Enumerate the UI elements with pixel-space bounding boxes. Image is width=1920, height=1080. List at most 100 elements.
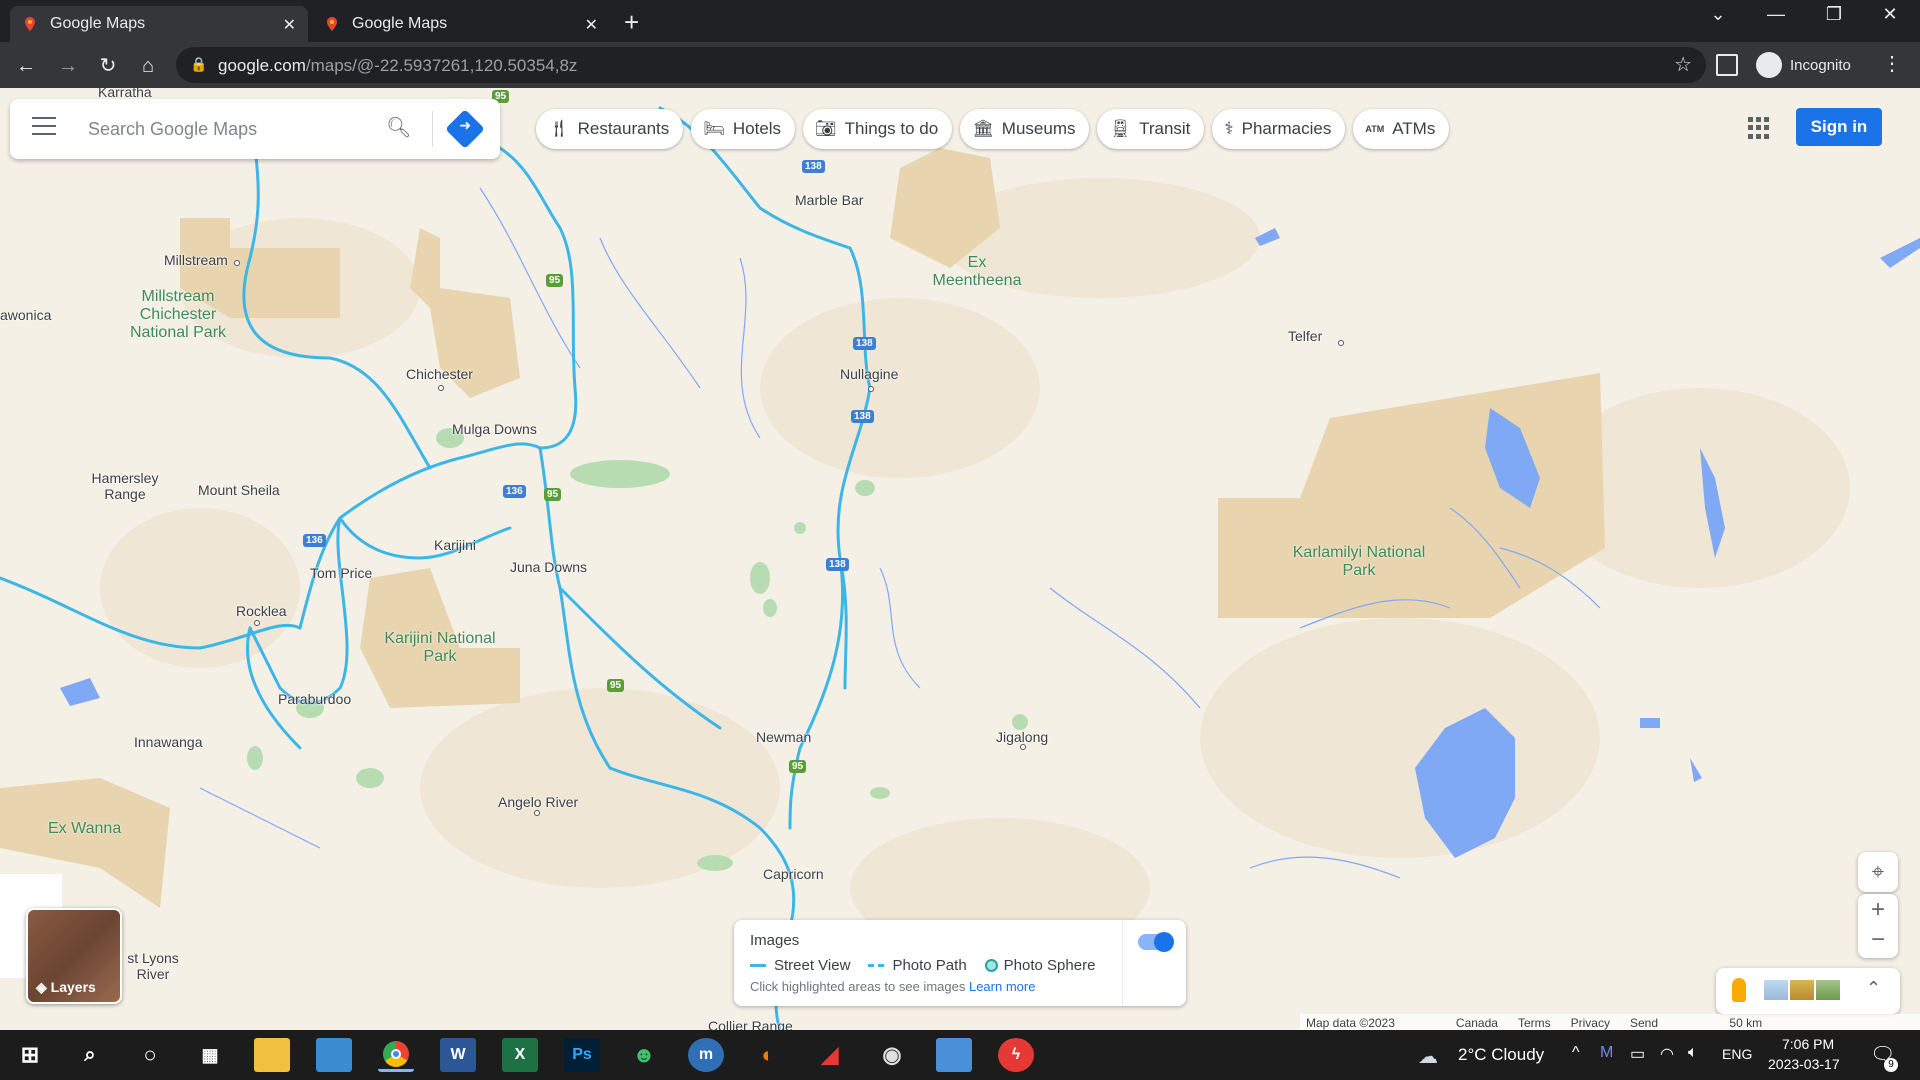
menu-hamburger-icon[interactable] bbox=[32, 117, 56, 141]
footer-link-terms[interactable]: Terms bbox=[1518, 1016, 1551, 1030]
place-label[interactable]: Capricorn bbox=[763, 866, 824, 882]
thumb-desert-icon[interactable] bbox=[1790, 980, 1814, 1000]
minimize-button[interactable]: — bbox=[1756, 4, 1796, 25]
language-indicator[interactable]: ENG bbox=[1722, 1046, 1752, 1062]
clock-time[interactable]: 7:06 PM bbox=[1782, 1036, 1834, 1052]
thumb-field-icon[interactable] bbox=[1816, 980, 1840, 1000]
app-media-icon[interactable]: ◉ bbox=[874, 1038, 910, 1072]
tray-chevron-icon[interactable]: ^ bbox=[1572, 1044, 1580, 1062]
place-label[interactable]: Innawanga bbox=[134, 734, 203, 750]
thumb-sky-icon[interactable] bbox=[1764, 980, 1788, 1000]
footer-link-send-feedback[interactable]: Send feedback bbox=[1630, 1016, 1709, 1030]
park-label[interactable]: Ex Meentheena bbox=[922, 254, 1032, 290]
place-label[interactable]: Nullagine bbox=[840, 366, 898, 382]
directions-icon[interactable] bbox=[445, 109, 485, 149]
close-window-button[interactable]: ✕ bbox=[1870, 4, 1910, 25]
place-label[interactable]: Hamersley Range bbox=[88, 470, 162, 502]
google-apps-icon[interactable] bbox=[1748, 117, 1770, 139]
place-label[interactable]: Paraburdoo bbox=[278, 691, 351, 707]
chip-restaurants[interactable]: 🍴︎ Restaurants bbox=[536, 109, 684, 149]
weather-text[interactable]: 2°C Cloudy bbox=[1458, 1045, 1544, 1065]
chip-atms[interactable]: ATM ATMs bbox=[1353, 109, 1450, 149]
app-red-icon[interactable]: ◢ bbox=[812, 1038, 848, 1072]
place-label[interactable]: Collier Range bbox=[708, 1018, 793, 1030]
place-label[interactable]: Millstream bbox=[164, 252, 228, 268]
cortana-icon[interactable]: ○ bbox=[132, 1038, 168, 1072]
place-label[interactable]: Angelo River bbox=[498, 794, 578, 810]
place-label[interactable]: Mount Sheila bbox=[198, 482, 280, 498]
zoom-in-button[interactable]: + bbox=[1858, 894, 1898, 926]
place-label[interactable]: Rocklea bbox=[236, 603, 287, 619]
app-mu-icon[interactable]: m bbox=[688, 1038, 724, 1072]
place-label[interactable]: Mulga Downs bbox=[452, 421, 537, 437]
park-label[interactable]: Karlamilyi National Park bbox=[1292, 544, 1426, 580]
app-flash-icon[interactable]: ϟ bbox=[998, 1038, 1034, 1072]
park-label[interactable]: Ex Wanna bbox=[48, 820, 121, 838]
my-location-button[interactable]: ⌖ bbox=[1858, 852, 1898, 892]
new-tab-button[interactable]: + bbox=[624, 7, 639, 38]
reload-button[interactable]: ↻ bbox=[94, 52, 122, 80]
chip-transit[interactable]: 🚆︎ Transit bbox=[1097, 109, 1205, 149]
park-label[interactable]: Millstream Chichester National Park bbox=[118, 288, 238, 342]
tab-google-maps-2[interactable]: Google Maps ✕ bbox=[312, 6, 610, 42]
zoom-out-button[interactable]: − bbox=[1858, 926, 1898, 958]
wifi-icon[interactable]: ◠ bbox=[1660, 1044, 1674, 1064]
app-android-icon[interactable]: ☻ bbox=[626, 1038, 662, 1072]
place-label[interactable]: Juna Downs bbox=[510, 559, 587, 575]
close-tab-icon[interactable]: ✕ bbox=[283, 15, 296, 35]
park-label[interactable]: Karijini National Park bbox=[378, 630, 502, 666]
home-icon[interactable]: ⌂ bbox=[134, 52, 162, 80]
place-label[interactable]: Tom Price bbox=[310, 565, 372, 581]
photoshop-icon[interactable]: Ps bbox=[564, 1038, 600, 1072]
layers-button[interactable]: ◈ Layers bbox=[26, 908, 122, 1004]
address-bar[interactable]: 🔒 google.com/maps/@-22.5937261,120.50354… bbox=[176, 47, 1706, 83]
clock-date[interactable]: 2023-03-17 bbox=[1768, 1056, 1840, 1072]
search-icon[interactable]: 🔍︎ bbox=[386, 115, 411, 140]
place-label[interactable]: Newman bbox=[756, 729, 811, 745]
volume-icon[interactable]: 🔈︎ bbox=[1688, 1044, 1698, 1062]
tab-search-chevron-icon[interactable]: ⌄ bbox=[1698, 4, 1738, 25]
footer-link-privacy[interactable]: Privacy bbox=[1571, 1016, 1610, 1030]
place-label[interactable]: Marble Bar bbox=[795, 192, 863, 208]
file-explorer-icon[interactable] bbox=[254, 1038, 290, 1072]
chrome-icon[interactable] bbox=[378, 1038, 414, 1072]
images-toggle[interactable] bbox=[1138, 932, 1174, 952]
task-view-icon[interactable]: ▦ bbox=[192, 1038, 228, 1072]
place-label[interactable]: Telfer bbox=[1288, 328, 1322, 344]
place-label[interactable]: st Lyons River bbox=[118, 950, 188, 982]
chip-museums[interactable]: 🏛︎ Museums bbox=[960, 109, 1090, 149]
map-canvas[interactable]: 95 95 95 95 95 136 136 138 138 138 138 K… bbox=[0, 88, 1920, 1030]
incognito-profile-button[interactable]: Incognito bbox=[1756, 50, 1851, 80]
word-icon[interactable]: W bbox=[440, 1038, 476, 1072]
browser-menu-icon[interactable]: ⋮ bbox=[1882, 51, 1902, 76]
place-label[interactable]: Jigalong bbox=[996, 729, 1048, 745]
tray-app-icon[interactable]: M bbox=[1600, 1044, 1613, 1062]
chip-things-to-do[interactable]: 📷︎ Things to do bbox=[803, 109, 953, 149]
windows-start-icon[interactable]: ⊞ bbox=[12, 1038, 48, 1072]
learn-more-link[interactable]: Learn more bbox=[969, 979, 1035, 994]
close-tab-icon[interactable]: ✕ bbox=[585, 15, 598, 35]
sign-in-button[interactable]: Sign in bbox=[1796, 108, 1882, 146]
expand-up-icon[interactable]: ⌃ bbox=[1866, 978, 1881, 999]
pegman-icon[interactable] bbox=[1732, 978, 1746, 1002]
bookmark-star-icon[interactable]: ☆ bbox=[1674, 52, 1692, 77]
scale-bar[interactable]: 50 km bbox=[1729, 1016, 1914, 1030]
tab-google-maps-1[interactable]: Google Maps ✕ bbox=[10, 6, 308, 42]
footer-link-canada[interactable]: Canada bbox=[1456, 1016, 1498, 1030]
restore-button[interactable]: ❐ bbox=[1814, 4, 1854, 25]
chip-hotels[interactable]: 🛏︎ Hotels bbox=[691, 109, 796, 149]
photos-icon[interactable] bbox=[936, 1038, 972, 1072]
search-icon[interactable]: ⌕ bbox=[72, 1038, 108, 1072]
back-button[interactable]: ← bbox=[12, 52, 40, 80]
chip-pharmacies[interactable]: ⚕ Pharmacies bbox=[1212, 109, 1346, 149]
control-panel-icon[interactable] bbox=[316, 1038, 352, 1072]
place-label[interactable]: Chichester bbox=[406, 366, 473, 382]
place-label[interactable]: awonica bbox=[0, 307, 51, 323]
battery-icon[interactable]: ▭ bbox=[1630, 1044, 1645, 1064]
forward-button[interactable]: → bbox=[54, 52, 82, 80]
excel-icon[interactable]: X bbox=[502, 1038, 538, 1072]
app-rainbow-icon[interactable]: ◐ bbox=[750, 1038, 786, 1072]
search-input[interactable] bbox=[88, 115, 378, 143]
side-panel-icon[interactable] bbox=[1716, 54, 1738, 76]
place-label[interactable]: Karijini bbox=[434, 537, 476, 553]
